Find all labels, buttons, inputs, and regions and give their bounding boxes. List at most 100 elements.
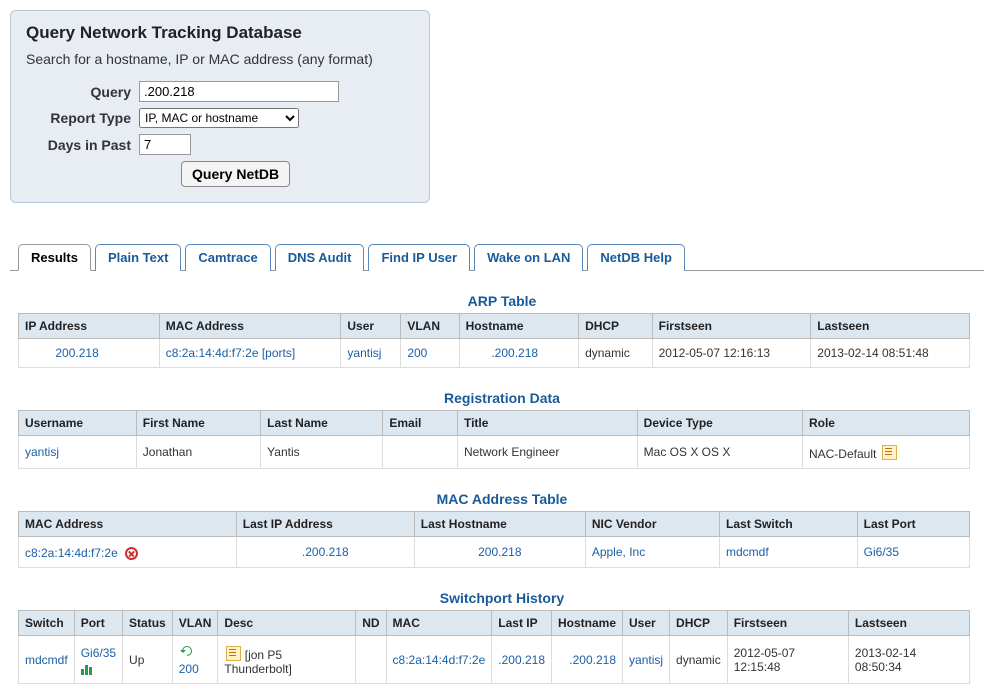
reg-h2: Last Name <box>261 411 383 436</box>
sw-mac-link[interactable]: c8:2a:14:4d:f7:2e <box>393 653 486 667</box>
refresh-icon[interactable] <box>179 643 195 659</box>
tab-results[interactable]: Results <box>18 244 91 271</box>
sw-last: 2013-02-14 08:50:34 <box>848 636 969 684</box>
arp-first: 2012-05-07 12:16:13 <box>652 339 811 368</box>
submit-button[interactable]: Query NetDB <box>181 161 290 187</box>
arp-h-ip: IP Address <box>19 314 160 339</box>
mac-h5: Last Port <box>857 512 969 537</box>
arp-h-host: Hostname <box>459 314 579 339</box>
mac-switch-link[interactable]: mdcmdf <box>726 545 769 559</box>
reg-jobtitle: Network Engineer <box>457 436 637 469</box>
sw-h8: Hostname <box>552 611 623 636</box>
mac-vendor-link[interactable]: Apple, Inc <box>592 545 645 559</box>
mac-table: MAC Address Last IP Address Last Hostnam… <box>18 511 970 568</box>
tab-plain-text[interactable]: Plain Text <box>95 244 181 271</box>
days-input[interactable] <box>139 134 191 155</box>
sw-h2: Status <box>123 611 173 636</box>
sw-h3: VLAN <box>172 611 218 636</box>
arp-h-user: User <box>341 314 401 339</box>
tab-netdb-help[interactable]: NetDB Help <box>587 244 685 271</box>
arp-host-link[interactable]: .200.218 <box>491 346 538 360</box>
mac-mac-link[interactable]: c8:2a:14:4d:f7:2e <box>25 546 118 560</box>
sw-host-link[interactable]: .200.218 <box>569 653 616 667</box>
reg-h3: Email <box>383 411 458 436</box>
arp-ports-link[interactable]: [ports] <box>262 346 295 360</box>
reg-h1: First Name <box>136 411 260 436</box>
sw-h5: ND <box>356 611 386 636</box>
sw-port-link[interactable]: Gi6/35 <box>81 646 116 660</box>
arp-user-link[interactable]: yantisj <box>347 346 381 360</box>
mac-lastip-link[interactable]: .200.218 <box>302 545 349 559</box>
tab-find-ip-user[interactable]: Find IP User <box>368 244 470 271</box>
arp-h-first: Firstseen <box>652 314 811 339</box>
arp-h-dhcp: DHCP <box>579 314 653 339</box>
desc-edit-icon[interactable] <box>226 646 241 661</box>
reg-username-link[interactable]: yantisj <box>25 445 59 459</box>
query-input[interactable] <box>139 81 339 102</box>
reg-role: NAC-Default <box>809 447 876 461</box>
panel-subtitle: Search for a hostname, IP or MAC address… <box>26 51 414 67</box>
report-type-select[interactable]: IP, MAC or hostname <box>139 108 299 128</box>
query-panel: Query Network Tracking Database Search f… <box>10 10 430 203</box>
mac-h3: NIC Vendor <box>585 512 719 537</box>
arp-title: ARP Table <box>10 293 984 309</box>
mac-row: c8:2a:14:4d:f7:2e .200.218 200.218 Apple… <box>19 537 970 568</box>
arp-ip-link[interactable]: 200.218 <box>55 346 98 360</box>
mac-h4: Last Switch <box>720 512 858 537</box>
query-label: Query <box>26 84 131 100</box>
sw-status: Up <box>123 636 173 684</box>
arp-mac-link[interactable]: c8:2a:14:4d:f7:2e <box>166 346 259 360</box>
tabs: Results Plain Text Camtrace DNS Audit Fi… <box>10 243 984 271</box>
sw-table: Switch Port Status VLAN Desc ND MAC Last… <box>18 610 970 684</box>
sw-switch-link[interactable]: mdcmdf <box>25 653 68 667</box>
arp-vlan-link[interactable]: 200 <box>407 346 427 360</box>
panel-title: Query Network Tracking Database <box>26 23 414 43</box>
sw-user-link[interactable]: yantisj <box>629 653 663 667</box>
sw-row: mdcmdf Gi6/35 Up 200 [jon P5 Thunderbolt… <box>19 636 970 684</box>
sw-h7: Last IP <box>492 611 552 636</box>
arp-h-last: Lastseen <box>811 314 970 339</box>
sw-h10: DHCP <box>670 611 728 636</box>
port-chart-icon[interactable] <box>81 661 97 673</box>
mac-h2: Last Hostname <box>414 512 585 537</box>
edit-icon[interactable] <box>882 445 897 460</box>
mac-h1: Last IP Address <box>236 512 414 537</box>
arp-row: 200.218 c8:2a:14:4d:f7:2e [ports] yantis… <box>19 339 970 368</box>
sw-h9: User <box>623 611 670 636</box>
reg-h5: Device Type <box>637 411 802 436</box>
sw-h0: Switch <box>19 611 75 636</box>
reg-first: Jonathan <box>136 436 260 469</box>
sw-first: 2012-05-07 12:15:48 <box>727 636 848 684</box>
mac-h0: MAC Address <box>19 512 237 537</box>
reg-h0: Username <box>19 411 137 436</box>
reg-h6: Role <box>802 411 969 436</box>
reg-h4: Title <box>457 411 637 436</box>
sw-h12: Lastseen <box>848 611 969 636</box>
delete-icon[interactable] <box>125 547 138 560</box>
reg-device: Mac OS X OS X <box>637 436 802 469</box>
reg-row: yantisj Jonathan Yantis Network Engineer… <box>19 436 970 469</box>
mac-port-link[interactable]: Gi6/35 <box>864 545 899 559</box>
sw-dhcp: dynamic <box>670 636 728 684</box>
sw-title: Switchport History <box>10 590 984 606</box>
sw-lastip-link[interactable]: .200.218 <box>498 653 545 667</box>
arp-h-vlan: VLAN <box>401 314 459 339</box>
reg-table: Username First Name Last Name Email Titl… <box>18 410 970 469</box>
sw-h4: Desc <box>218 611 356 636</box>
reg-title: Registration Data <box>10 390 984 406</box>
reg-last: Yantis <box>261 436 383 469</box>
sw-h1: Port <box>74 611 122 636</box>
report-type-label: Report Type <box>26 110 131 126</box>
days-label: Days in Past <box>26 137 131 153</box>
mac-title: MAC Address Table <box>10 491 984 507</box>
arp-dhcp: dynamic <box>579 339 653 368</box>
tab-wake-on-lan[interactable]: Wake on LAN <box>474 244 583 271</box>
tab-dns-audit[interactable]: DNS Audit <box>275 244 365 271</box>
arp-table: IP Address MAC Address User VLAN Hostnam… <box>18 313 970 368</box>
arp-last: 2013-02-14 08:51:48 <box>811 339 970 368</box>
arp-h-mac: MAC Address <box>159 314 341 339</box>
tab-camtrace[interactable]: Camtrace <box>185 244 270 271</box>
sw-h6: MAC <box>386 611 492 636</box>
reg-email <box>383 436 458 469</box>
mac-lasthost-link[interactable]: 200.218 <box>478 545 521 559</box>
